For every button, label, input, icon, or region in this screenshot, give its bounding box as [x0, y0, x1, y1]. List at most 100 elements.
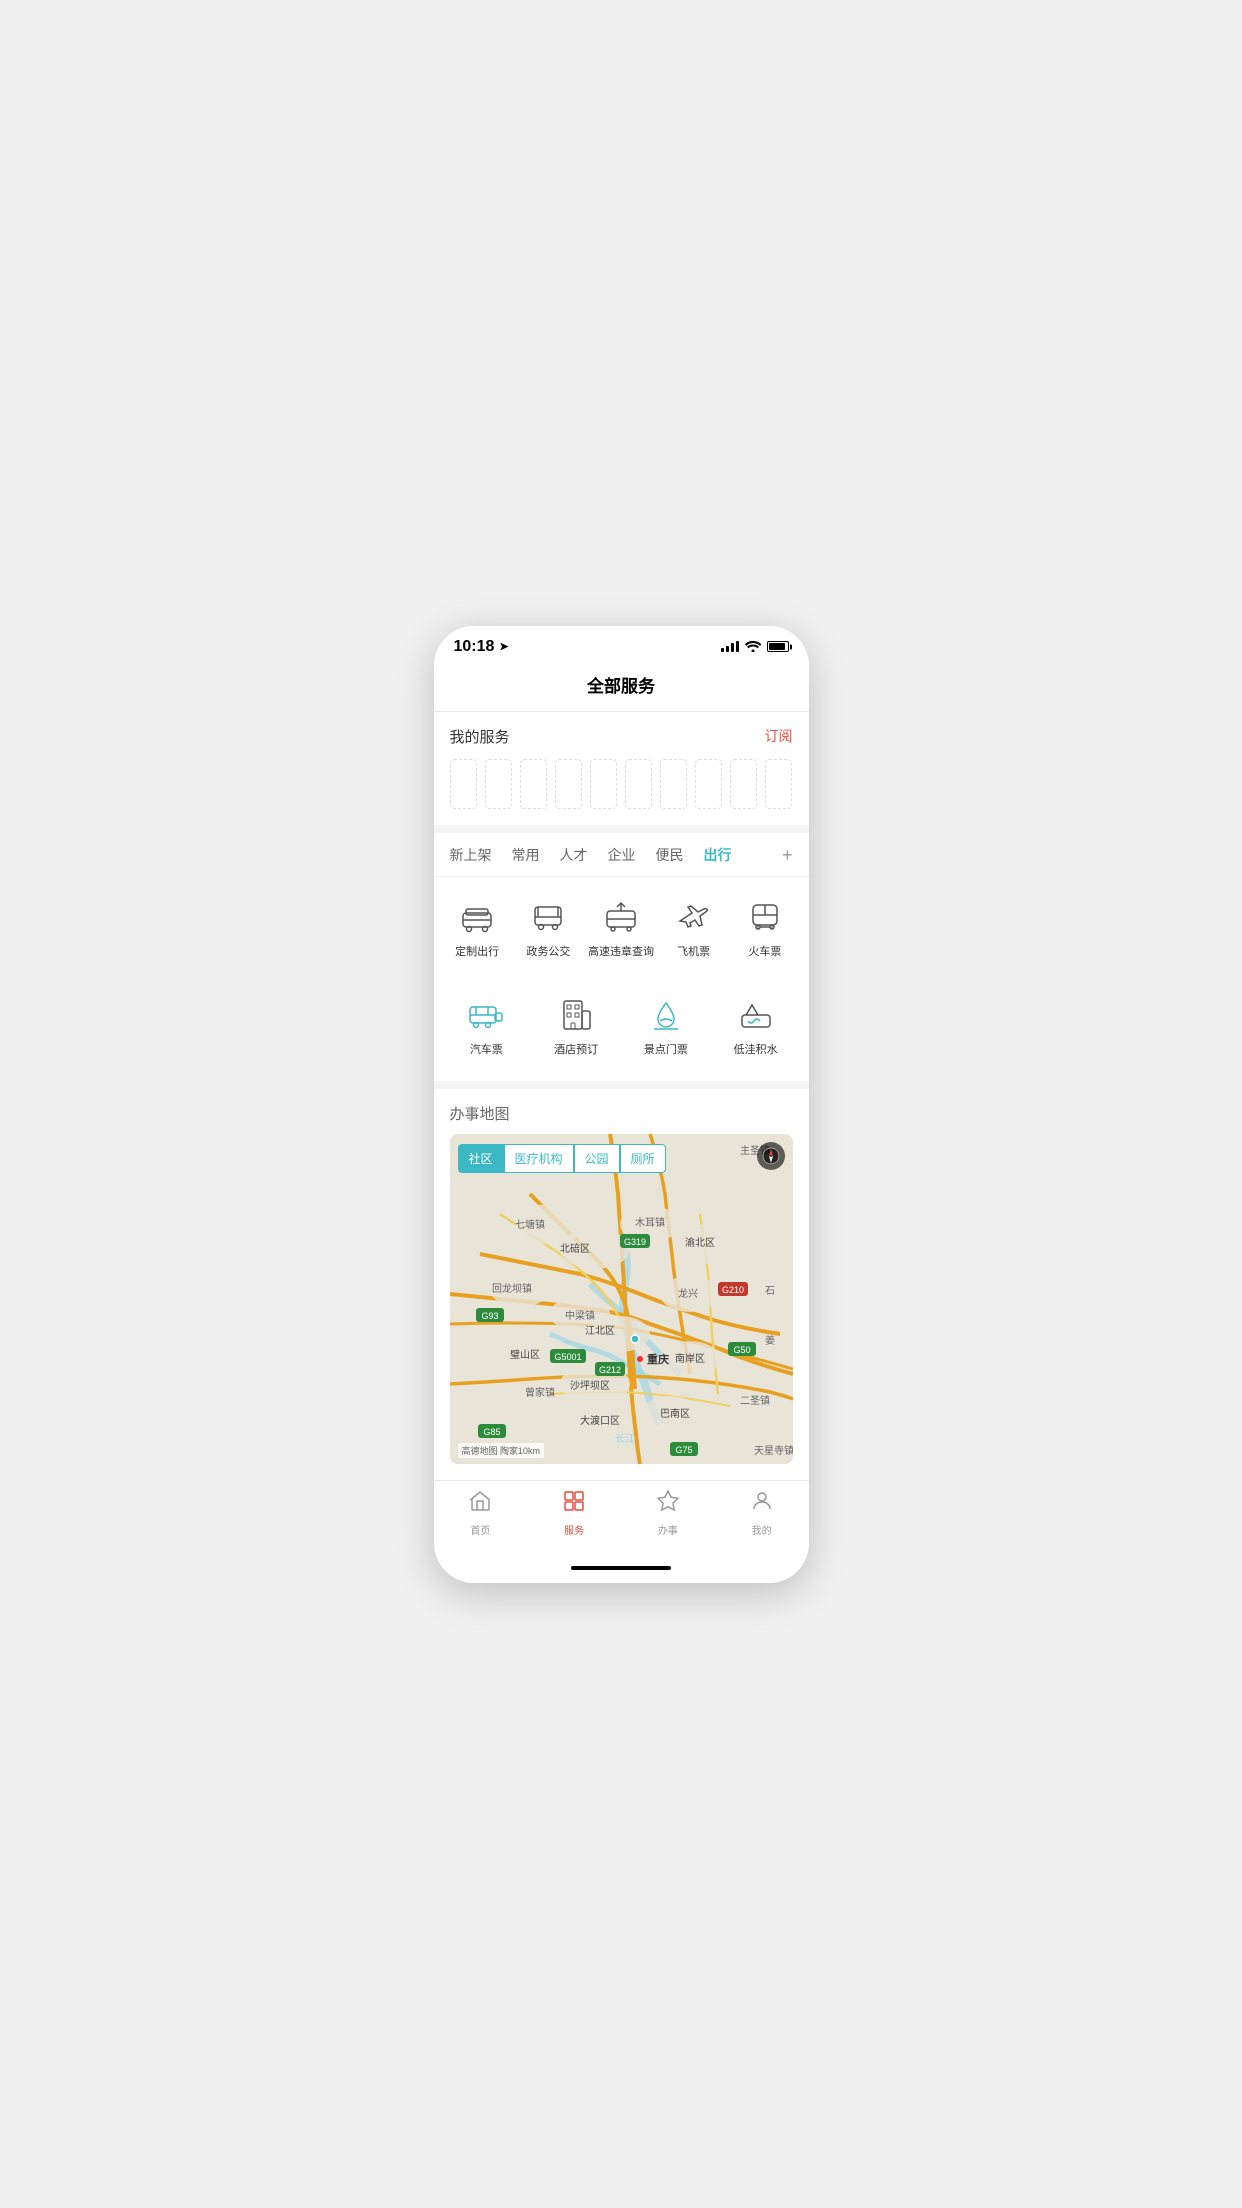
service-waterlog[interactable]: 低洼积水 — [711, 987, 801, 1065]
home-icon — [468, 1489, 492, 1519]
train-icon — [745, 897, 785, 937]
flight-label: 飞机票 — [677, 943, 710, 959]
svg-text:大渡口区: 大渡口区 — [580, 1414, 620, 1427]
scenic-label: 景点门票 — [644, 1041, 688, 1057]
status-icons — [721, 639, 789, 655]
svg-text:南岸区: 南岸区 — [675, 1352, 705, 1365]
services-placeholder-row — [450, 759, 793, 809]
tab-enterprise[interactable]: 企业 — [608, 845, 636, 865]
location-arrow-icon: ➤ — [499, 640, 508, 653]
service-hotel[interactable]: 酒店预订 — [531, 987, 621, 1065]
compass-icon — [757, 1142, 785, 1170]
gov-bus-icon — [528, 897, 568, 937]
filter-tab-community[interactable]: 社区 — [458, 1144, 504, 1173]
service-grid-row2: 汽车票 酒店预订 — [434, 983, 809, 1081]
waterlog-icon — [736, 995, 776, 1035]
map-section: 办事地图 — [434, 1089, 809, 1464]
my-services-header: 我的服务 订阅 — [450, 726, 793, 747]
placeholder-6 — [625, 759, 652, 809]
my-services-section: 我的服务 订阅 — [434, 712, 809, 825]
svg-text:江北区: 江北区 — [585, 1325, 615, 1337]
category-section: 新上架 常用 人才 企业 便民 出行 + — [434, 833, 809, 1081]
tab-common[interactable]: 常用 — [512, 845, 540, 865]
svg-text:北碚区: 北碚区 — [560, 1242, 590, 1255]
custom-travel-icon — [457, 897, 497, 937]
nav-home[interactable]: 首页 — [434, 1489, 528, 1537]
hotel-label: 酒店预订 — [554, 1041, 598, 1057]
svg-text:石: 石 — [765, 1286, 775, 1297]
tab-add-button[interactable]: + — [782, 845, 793, 866]
nav-service[interactable]: 服务 — [527, 1489, 621, 1537]
placeholder-4 — [555, 759, 582, 809]
service-grid-row1: 定制出行 政务公交 — [434, 877, 809, 983]
tab-convenience[interactable]: 便民 — [656, 845, 684, 865]
svg-text:二圣镇: 二圣镇 — [740, 1394, 770, 1407]
wifi-icon — [745, 639, 761, 655]
service-train[interactable]: 火车票 — [729, 889, 800, 967]
status-time: 10:18 ➤ — [454, 638, 509, 656]
nav-mine-label: 我的 — [752, 1522, 772, 1537]
svg-text:重庆: 重庆 — [647, 1352, 669, 1366]
placeholder-1 — [450, 759, 477, 809]
filter-tab-medical[interactable]: 医疗机构 — [504, 1144, 574, 1173]
placeholder-9 — [730, 759, 757, 809]
home-indicator — [571, 1566, 671, 1570]
service-scenic[interactable]: 景点门票 — [621, 987, 711, 1065]
gov-bus-label: 政务公交 — [526, 943, 570, 959]
page-title-bar: 全部服务 — [434, 662, 809, 712]
map-container[interactable]: 七塘镇 北碚区 回龙坝镇 中梁镇 木耳镇 渝北区 龙兴 璧山区 曾家镇 江北区 … — [450, 1134, 793, 1464]
map-attribution: 高德地图 陶家10km — [458, 1443, 545, 1458]
train-label: 火车票 — [748, 943, 781, 959]
svg-text:巴南区: 巴南区 — [660, 1407, 690, 1420]
svg-text:G85: G85 — [483, 1427, 500, 1437]
service-flight[interactable]: 飞机票 — [658, 889, 729, 967]
map-section-title: 办事地图 — [450, 1103, 793, 1124]
nav-mine[interactable]: 我的 — [715, 1489, 809, 1537]
filter-tab-toilet[interactable]: 厕所 — [620, 1144, 666, 1173]
category-tabs: 新上架 常用 人才 企业 便民 出行 + — [434, 833, 809, 877]
svg-text:沙坪坝区: 沙坪坝区 — [570, 1379, 610, 1392]
bus-ticket-icon — [466, 995, 506, 1035]
highway-icon — [601, 897, 641, 937]
scenic-icon — [646, 995, 686, 1035]
svg-text:七塘镇: 七塘镇 — [515, 1218, 545, 1231]
svg-text:G93: G93 — [481, 1311, 498, 1321]
svg-text:G210: G210 — [721, 1285, 743, 1295]
subscribe-button[interactable]: 订阅 — [765, 726, 793, 746]
filter-tab-park[interactable]: 公园 — [574, 1144, 620, 1173]
placeholder-2 — [485, 759, 512, 809]
service-custom-travel[interactable]: 定制出行 — [442, 889, 513, 967]
page-title: 全部服务 — [434, 672, 809, 697]
service-highway[interactable]: 高速违章查询 — [584, 889, 658, 967]
map-filter-tabs: 社区 医疗机构 公园 厕所 — [458, 1144, 666, 1173]
bus-ticket-label: 汽车票 — [470, 1041, 503, 1057]
svg-text:中梁镇: 中梁镇 — [565, 1309, 595, 1322]
service-gov-bus[interactable]: 政务公交 — [513, 889, 584, 967]
custom-travel-label: 定制出行 — [455, 943, 499, 959]
service-icon — [562, 1489, 586, 1519]
tab-new[interactable]: 新上架 — [450, 845, 492, 865]
service-bus-ticket[interactable]: 汽车票 — [442, 987, 532, 1065]
svg-text:曾家镇: 曾家镇 — [525, 1386, 555, 1399]
waterlog-label: 低洼积水 — [734, 1041, 778, 1057]
svg-text:G319: G319 — [623, 1237, 645, 1247]
svg-text:回龙坝镇: 回龙坝镇 — [492, 1282, 532, 1295]
status-bar: 10:18 ➤ — [434, 626, 809, 662]
content-scroll[interactable]: 我的服务 订阅 新上架 常用 人才 企 — [434, 712, 809, 1480]
tab-travel[interactable]: 出行 — [704, 845, 732, 865]
svg-text:G212: G212 — [598, 1365, 620, 1375]
svg-text:G5001: G5001 — [554, 1352, 581, 1362]
nav-affairs[interactable]: 办事 — [621, 1489, 715, 1537]
svg-text:G75: G75 — [675, 1445, 692, 1455]
signal-icon — [721, 641, 739, 652]
nav-affairs-label: 办事 — [658, 1522, 678, 1537]
svg-text:璧山区: 璧山区 — [510, 1348, 540, 1361]
flight-icon — [674, 897, 714, 937]
bottom-nav: 首页 服务 办事 — [434, 1480, 809, 1557]
svg-text:木耳镇: 木耳镇 — [635, 1216, 665, 1229]
svg-text:姜: 姜 — [765, 1334, 775, 1347]
tab-talent[interactable]: 人才 — [560, 845, 588, 865]
svg-text:长江: 长江 — [615, 1433, 635, 1445]
time-display: 10:18 — [454, 638, 495, 656]
svg-text:渝北区: 渝北区 — [685, 1236, 715, 1249]
